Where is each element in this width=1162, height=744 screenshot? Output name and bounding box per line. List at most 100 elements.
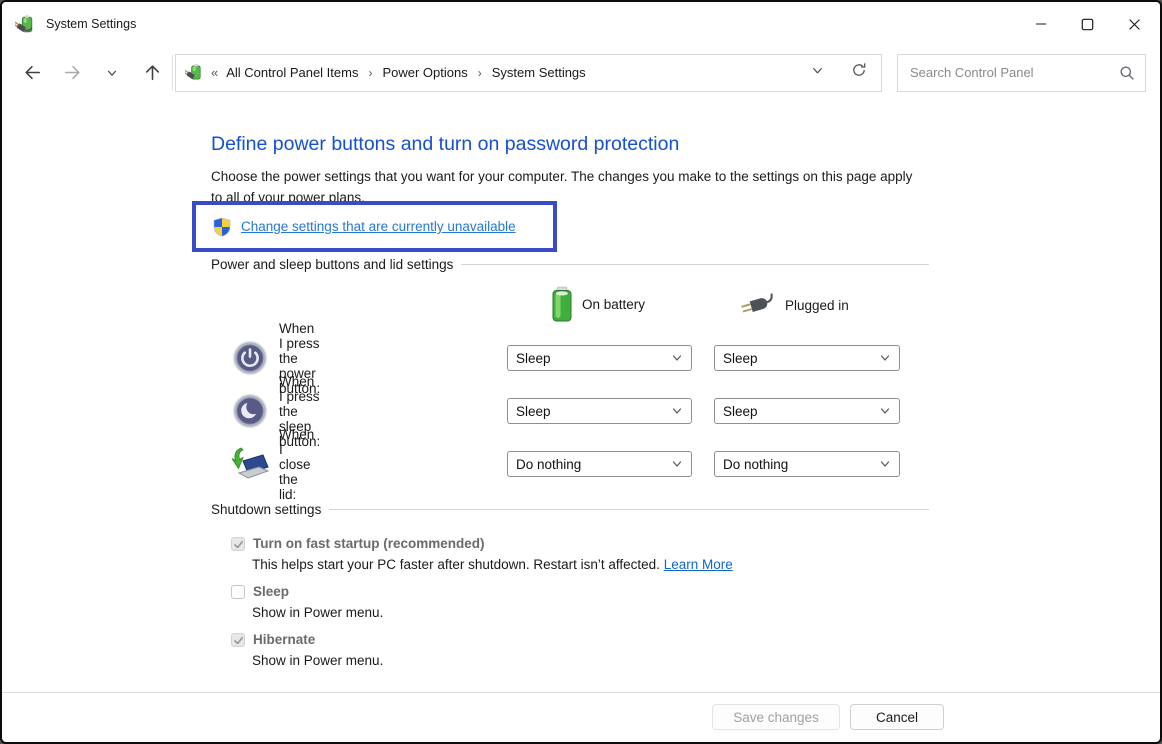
breadcrumb: « All Control Panel Items › Power Option… xyxy=(211,65,810,80)
section-divider xyxy=(329,509,929,510)
nav-separator xyxy=(172,55,173,91)
power-section-header: Power and sleep buttons and lid settings xyxy=(211,257,929,272)
battery-icon xyxy=(551,286,573,322)
plugged-in-label: Plugged in xyxy=(785,298,849,313)
close-icon xyxy=(1128,18,1141,31)
chevron-down-icon xyxy=(671,458,683,470)
back-arrow-icon xyxy=(22,62,43,83)
on-battery-label: On battery xyxy=(582,297,645,312)
section-divider xyxy=(461,264,929,265)
hibernate-description-text: Show in Power menu. xyxy=(252,653,383,668)
select-value: Do nothing xyxy=(516,457,581,472)
sleep-checkbox[interactable] xyxy=(231,585,245,599)
fast-startup-description: This helps start your PC faster after sh… xyxy=(252,557,733,572)
shutdown-section-header: Shutdown settings xyxy=(211,502,929,517)
hibernate-description: Show in Power menu. xyxy=(252,653,383,668)
search-input[interactable] xyxy=(910,65,1119,80)
recent-pages-button[interactable] xyxy=(92,55,132,91)
fast-startup-checkbox-row: Turn on fast startup (recommended) xyxy=(231,536,485,551)
fast-startup-description-text: This helps start your PC faster after sh… xyxy=(252,557,664,572)
chevron-down-icon xyxy=(671,405,683,417)
select-value: Sleep xyxy=(723,351,758,366)
fast-startup-label: Turn on fast startup (recommended) xyxy=(253,536,485,551)
forward-button[interactable] xyxy=(52,55,92,91)
annotation-highlight-box: Change settings that are currently unava… xyxy=(192,201,557,252)
sleep-button-plugged-in-select[interactable]: Sleep xyxy=(714,398,900,424)
address-bar[interactable]: « All Control Panel Items › Power Option… xyxy=(175,54,882,92)
power-button-row-label: When I press the power button: xyxy=(279,340,320,376)
uac-shield-icon xyxy=(212,217,232,237)
save-changes-button[interactable]: Save changes xyxy=(712,704,840,730)
sleep-description-text: Show in Power menu. xyxy=(252,605,383,620)
maximize-button[interactable] xyxy=(1064,2,1111,46)
navigation-bar: « All Control Panel Items › Power Option… xyxy=(2,46,1160,99)
address-bar-tools xyxy=(810,62,875,83)
search-icon[interactable] xyxy=(1119,65,1135,81)
sleep-checkbox-label: Sleep xyxy=(253,584,289,599)
footer-divider xyxy=(2,692,1160,693)
chevron-down-icon xyxy=(105,66,119,80)
titlebar: System Settings xyxy=(2,2,1160,46)
select-value: Do nothing xyxy=(723,457,788,472)
up-button[interactable] xyxy=(132,55,172,91)
close-button[interactable] xyxy=(1111,2,1158,46)
window-title: System Settings xyxy=(46,17,136,31)
window-controls xyxy=(1017,2,1158,46)
shutdown-section-title: Shutdown settings xyxy=(211,502,321,517)
search-box xyxy=(897,54,1146,92)
check-icon xyxy=(233,539,244,550)
breadcrumb-item-all-control-panel-items[interactable]: All Control Panel Items xyxy=(224,65,360,80)
close-lid-plugged-in-select[interactable]: Do nothing xyxy=(714,451,900,477)
cancel-button[interactable]: Cancel xyxy=(850,704,944,730)
power-options-breadcrumb-icon xyxy=(185,63,204,82)
up-arrow-icon xyxy=(142,62,163,83)
chevron-down-icon xyxy=(879,458,891,470)
select-value: Sleep xyxy=(723,404,758,419)
chevron-down-icon xyxy=(879,352,891,364)
plugged-in-column-header: Plugged in xyxy=(738,293,849,317)
minimize-button[interactable] xyxy=(1017,2,1064,46)
breadcrumb-item-system-settings[interactable]: System Settings xyxy=(490,65,588,80)
minimize-icon xyxy=(1035,18,1047,30)
breadcrumb-collapse-glyph[interactable]: « xyxy=(211,65,224,80)
power-section-title: Power and sleep buttons and lid settings xyxy=(211,257,453,272)
refresh-button[interactable] xyxy=(851,62,867,83)
on-battery-column-header: On battery xyxy=(551,286,645,322)
address-dropdown-button[interactable] xyxy=(810,63,825,83)
change-settings-unavailable-link[interactable]: Change settings that are currently unava… xyxy=(241,219,516,234)
chevron-down-icon xyxy=(810,63,825,78)
page-title: Define power buttons and turn on passwor… xyxy=(211,133,679,156)
check-icon xyxy=(233,635,244,646)
sleep-checkbox-row: Sleep xyxy=(231,584,289,599)
close-lid-on-battery-select[interactable]: Do nothing xyxy=(507,451,692,477)
forward-arrow-icon xyxy=(62,62,83,83)
hibernate-checkbox-label: Hibernate xyxy=(253,632,315,647)
hibernate-checkbox-row: Hibernate xyxy=(231,632,315,647)
maximize-icon xyxy=(1081,18,1094,31)
laptop-lid-icon xyxy=(228,446,270,482)
back-button[interactable] xyxy=(12,55,52,91)
breadcrumb-separator[interactable]: › xyxy=(470,66,490,80)
system-settings-window: System Settings xyxy=(0,0,1162,744)
breadcrumb-item-power-options[interactable]: Power Options xyxy=(380,65,469,80)
hibernate-checkbox[interactable] xyxy=(231,633,245,647)
breadcrumb-separator[interactable]: › xyxy=(360,66,380,80)
sleep-button-row-label: When I press the sleep button: xyxy=(279,393,320,429)
power-options-app-icon xyxy=(15,14,36,35)
select-value: Sleep xyxy=(516,351,551,366)
select-value: Sleep xyxy=(516,404,551,419)
close-lid-row-label: When I close the lid: xyxy=(279,446,314,482)
refresh-icon xyxy=(851,62,867,78)
nav-buttons xyxy=(2,55,172,91)
fast-startup-checkbox[interactable] xyxy=(231,537,245,551)
sleep-description: Show in Power menu. xyxy=(252,605,383,620)
learn-more-link[interactable]: Learn More xyxy=(664,557,733,572)
sleep-button-icon xyxy=(232,393,268,429)
chevron-down-icon xyxy=(879,405,891,417)
power-button-icon xyxy=(232,340,268,376)
power-button-plugged-in-select[interactable]: Sleep xyxy=(714,345,900,371)
sleep-button-on-battery-select[interactable]: Sleep xyxy=(507,398,692,424)
power-button-on-battery-select[interactable]: Sleep xyxy=(507,345,692,371)
plug-icon xyxy=(738,293,776,317)
chevron-down-icon xyxy=(671,352,683,364)
